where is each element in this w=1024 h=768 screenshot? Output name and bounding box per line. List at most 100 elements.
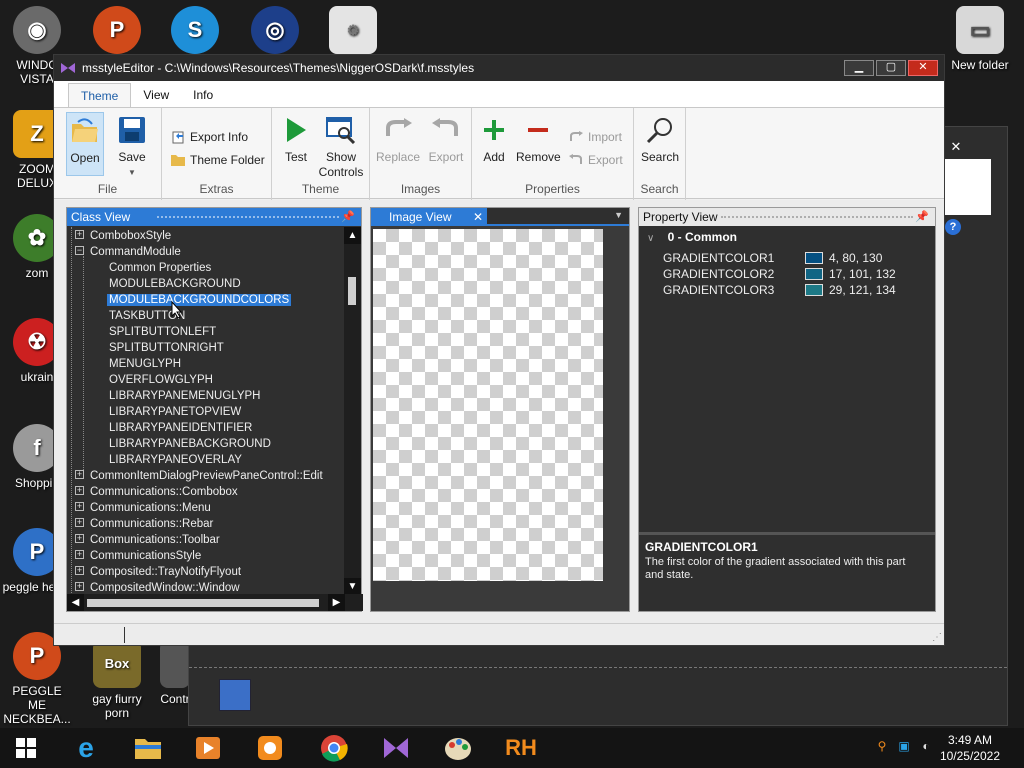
desktop-icon-box[interactable]: Box gay fiurry porn	[82, 640, 152, 720]
internet-explorer-icon[interactable]: e	[70, 732, 102, 764]
tree-item[interactable]: LIBRARYPANEMENUGLYPH	[109, 388, 260, 404]
resize-grip-icon[interactable]: ⋰	[932, 632, 942, 643]
scroll-thumb[interactable]	[87, 599, 319, 607]
class-view-header[interactable]: Class View 📌	[67, 208, 361, 226]
export-image-button[interactable]: Export	[424, 112, 468, 165]
property-value[interactable]: 17, 101, 132	[829, 266, 896, 282]
property-view-header[interactable]: Property View 📌	[639, 208, 935, 226]
desktop-icon-new-folder[interactable]: ▭ New folder	[940, 6, 1020, 72]
media-player-icon[interactable]	[192, 732, 224, 764]
tab-info[interactable]: Info	[181, 83, 225, 107]
theme-folder-button[interactable]: Theme Folder	[170, 151, 265, 169]
expand-icon[interactable]: +	[75, 486, 84, 496]
vertical-scrollbar[interactable]: ▲ ▼	[344, 227, 361, 595]
color-swatch[interactable]	[805, 268, 823, 280]
tree-item[interactable]: Common Properties	[109, 260, 211, 276]
scroll-left-icon[interactable]: ◀	[67, 594, 84, 611]
horizontal-scrollbar[interactable]: ◀ ▶	[67, 594, 363, 611]
expand-icon[interactable]: +	[75, 502, 84, 512]
tree-item[interactable]: LIBRARYPANETOPVIEW	[109, 404, 241, 420]
test-button[interactable]: Test	[274, 112, 318, 165]
scroll-up-icon[interactable]: ▲	[344, 227, 361, 244]
tree-item[interactable]: + CommunicationsStyle	[75, 548, 201, 564]
search-button[interactable]: Search	[638, 112, 682, 165]
paint-icon[interactable]	[442, 732, 474, 764]
windows-start-icon[interactable]	[10, 732, 42, 764]
msstyle-editor-icon[interactable]	[380, 732, 412, 764]
tree-item[interactable]: + CompositedWindow::Window	[75, 580, 240, 595]
tree-item[interactable]: SPLITBUTTONLEFT	[109, 324, 216, 340]
clock[interactable]: 3:49 AM 10/25/2022	[940, 732, 1000, 764]
desktop-icon-skype[interactable]: S	[160, 6, 230, 58]
tree-item[interactable]: SPLITBUTTONRIGHT	[109, 340, 224, 356]
rh-icon[interactable]: RH	[504, 732, 538, 764]
volume-icon[interactable]: ◐	[918, 738, 934, 754]
search-icon[interactable]: ⚲	[874, 738, 890, 754]
color-swatch[interactable]	[805, 284, 823, 296]
pin-icon[interactable]: 📌	[341, 208, 355, 226]
splitter[interactable]	[639, 532, 935, 535]
file-explorer-icon[interactable]	[132, 732, 164, 764]
desktop-icon-globe[interactable]: ◎	[240, 6, 310, 58]
expand-icon[interactable]: +	[75, 534, 84, 544]
export-info-button[interactable]: Export Info	[170, 128, 248, 146]
tree-item[interactable]: MENUGLYPH	[109, 356, 181, 372]
expand-icon[interactable]: +	[75, 518, 84, 528]
close-icon[interactable]: ✕	[473, 208, 483, 226]
tree-item[interactable]: + Communications::Toolbar	[75, 532, 220, 548]
tree-item[interactable]: + Communications::Menu	[75, 500, 211, 516]
display-icon[interactable]: ▣	[896, 738, 912, 754]
help-icon[interactable]: ?	[945, 219, 961, 235]
close-icon[interactable]: ✕	[941, 139, 971, 155]
pin-icon[interactable]: 📌	[915, 208, 929, 226]
expand-icon[interactable]: +	[75, 550, 84, 560]
property-category[interactable]: ∨ 0 - Common	[647, 230, 737, 244]
tree-item[interactable]: LIBRARYPANEBACKGROUND	[109, 436, 271, 452]
chevron-down-icon[interactable]: ▼	[110, 165, 154, 180]
close-button[interactable]: ✕	[908, 60, 938, 76]
add-button[interactable]: Add	[472, 112, 516, 165]
tree-item[interactable]: + ComboboxStyle	[75, 228, 171, 244]
expand-icon[interactable]: +	[75, 582, 84, 592]
maximize-button[interactable]: ▢	[876, 60, 906, 76]
collapse-icon[interactable]: −	[75, 246, 84, 256]
property-row[interactable]: GRADIENTCOLOR1 4, 80, 130	[663, 250, 882, 266]
expand-icon[interactable]: +	[75, 566, 84, 576]
export-property-button[interactable]: Export	[568, 151, 623, 169]
desktop-icon-peggle-neckbeard[interactable]: P PEGGLE ME NECKBEA...	[2, 632, 72, 726]
save-button[interactable]: Save ▼	[110, 112, 154, 180]
tree-item[interactable]: MODULEBACKGROUND	[109, 276, 241, 292]
collapse-icon[interactable]: ∨	[647, 233, 654, 244]
minimize-button[interactable]: ▁	[844, 60, 874, 76]
tree-item[interactable]: − CommandModule	[75, 244, 181, 260]
tree-item[interactable]: LIBRARYPANEIDENTIFIER	[109, 420, 252, 436]
chrome-icon[interactable]	[318, 732, 350, 764]
tree-item[interactable]: OVERFLOWGLYPH	[109, 372, 213, 388]
expand-icon[interactable]: +	[75, 470, 84, 480]
color-swatch[interactable]	[805, 252, 823, 264]
tree-item[interactable]: + Communications::Combobox	[75, 484, 238, 500]
scroll-thumb[interactable]	[348, 277, 356, 305]
tab-view[interactable]: View	[131, 83, 181, 107]
remove-button[interactable]: Remove	[516, 112, 561, 165]
tree-item[interactable]: + Communications::Rebar	[75, 516, 213, 532]
uc-browser-icon[interactable]	[254, 732, 286, 764]
tree-item[interactable]: + Composited::TrayNotifyFlyout	[75, 564, 241, 580]
tree-item[interactable]: + CommonItemDialogPreviewPaneControl::Edi…	[75, 468, 323, 484]
scroll-right-icon[interactable]: ▶	[328, 594, 345, 611]
tab-theme[interactable]: Theme	[68, 83, 132, 107]
title-bar[interactable]: msstyleEditor - C:\Windows\Resources\The…	[54, 55, 944, 81]
property-row[interactable]: GRADIENTCOLOR3 29, 121, 134	[663, 282, 896, 298]
desktop-icon-ini[interactable]: ⚙	[318, 6, 388, 58]
tree-item[interactable]: LIBRARYPANEOVERLAY	[109, 452, 242, 468]
show-controls-button[interactable]: Show Controls	[316, 112, 366, 180]
chevron-down-icon[interactable]: ▼	[614, 210, 623, 220]
expand-icon[interactable]: +	[75, 230, 84, 240]
scroll-down-icon[interactable]: ▼	[344, 578, 361, 595]
image-view-tab[interactable]: Image View ✕	[371, 208, 487, 226]
property-value[interactable]: 29, 121, 134	[829, 282, 896, 298]
desktop-icon-peggle-top[interactable]: P	[82, 6, 152, 58]
import-button[interactable]: Import	[568, 128, 622, 146]
replace-button[interactable]: Replace	[376, 112, 420, 165]
open-button[interactable]: Open	[66, 112, 104, 176]
